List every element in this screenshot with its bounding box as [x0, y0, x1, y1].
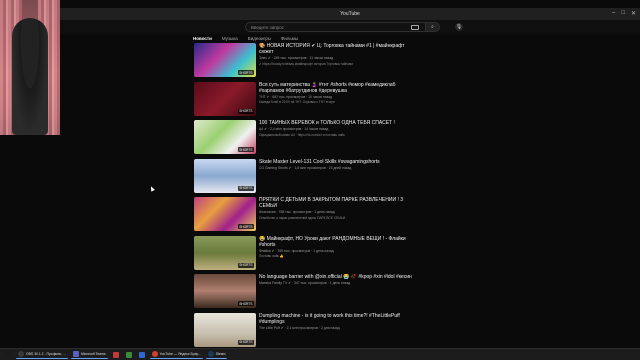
minimize-icon[interactable]: –: [612, 10, 615, 17]
app-icon: [138, 351, 145, 358]
video-description: Семейство и парки развлечений здесь ПАРК…: [259, 215, 346, 220]
search-input[interactable]: Введите запрос ⌕: [245, 22, 440, 32]
maximize-icon[interactable]: □: [621, 10, 625, 17]
video-channel-stats: ТНТ ✔ · 662 тыс. просмотров · 10 часов н…: [259, 94, 333, 99]
video-channel-stats: CG Gaming Shorts ✔ · 1,8 млн просмотров …: [259, 165, 352, 170]
tab-games[interactable]: Видеоигры: [248, 36, 271, 41]
video-channel-stats: Флайки ✔ · 769 тыс. просмотров · 1 день …: [259, 248, 334, 253]
video-title[interactable]: Вся суть материнства 🤰 #тнт #shorts #юмо…: [259, 82, 414, 94]
webcam-overlay: [0, 0, 60, 135]
video-channel-stats: The Little Puff ✔ · 2,1 млн просмотров ·…: [259, 325, 340, 330]
yandex-browser-icon: [151, 351, 158, 357]
taskbar-app-steam[interactable]: Steam: [205, 350, 228, 359]
video-row[interactable]: SHORTS 100 ТАЙНЫХ ВЕРЕВОК и ТОЛЬКО ОДНА …: [194, 119, 414, 158]
video-thumbnail[interactable]: SHORTS: [194, 158, 256, 193]
webcam-person: [12, 18, 48, 135]
taskbar-app[interactable]: [111, 350, 121, 359]
video-title[interactable]: 🎨 НОВАЯ ИСТОРИЯ ✔ Ц: Торговка тайнами #1…: [259, 43, 414, 55]
voice-search-button[interactable]: 🎙: [455, 23, 463, 31]
window-controls: – □ ✕: [612, 10, 636, 17]
video-channel-stats: Mansha Family TV ✔ · 347 тыс. просмотров…: [259, 281, 351, 285]
tab-music[interactable]: Музыка: [222, 36, 238, 41]
video-thumbnail[interactable]: SHORTS: [194, 43, 256, 77]
search-placeholder: Введите запрос: [251, 24, 284, 30]
shorts-badge: SHORTS: [237, 108, 254, 114]
shorts-badge: SHORTS: [237, 262, 254, 268]
start-button[interactable]: [3, 350, 13, 359]
app-icon: [125, 351, 132, 358]
video-thumbnail[interactable]: SHORTS: [194, 81, 256, 116]
video-title[interactable]: 😂 Майнкрафт, НО Уроки дают РАНДОМНЫЕ ВЕЩ…: [259, 236, 414, 248]
windows-start-icon: [5, 351, 11, 358]
search-button[interactable]: ⌕: [425, 23, 439, 31]
video-title[interactable]: 100 ТАЙНЫХ ВЕРЕВОК и ТОЛЬКО ОДНА ТЕБЯ СП…: [259, 120, 414, 126]
video-description: Официальный канал А4 · https://vk.com/a4…: [259, 132, 345, 137]
category-tabs: Новости Музыка Видеоигры Фильмы: [193, 36, 298, 41]
window-title: YouTube: [340, 11, 360, 17]
taskbar-app[interactable]: [137, 350, 147, 359]
shorts-badge: SHORTS: [237, 224, 254, 229]
video-description: ✔ https://boosty.to/elisas #майнкрафт ис…: [259, 61, 353, 66]
taskbar-label: OBS 30.1.2 - Профиль: ...: [26, 352, 66, 356]
window-titlebar: YouTube – □ ✕: [60, 8, 640, 20]
search-icon: ⌕: [431, 24, 434, 30]
app-icon: [112, 351, 119, 358]
video-channel-stats: Элис ✔ · 245 тыс. просмотров · 11 часов …: [259, 56, 334, 60]
video-thumbnail[interactable]: SHORTS: [194, 274, 256, 308]
youtube-header: Введите запрос ⌕ 🎙: [60, 20, 640, 34]
taskbar: OBS 30.1.2 - Профиль: ... Microsoft Team…: [0, 348, 640, 360]
video-list: SHORTS 🎨 НОВАЯ ИСТОРИЯ ✔ Ц: Торговка тай…: [194, 42, 414, 350]
video-title[interactable]: No language barrier with @xin.official 😭…: [259, 274, 414, 280]
video-row[interactable]: SHORTS 😂 Майнкрафт, НО Уроки дают РАНДОМ…: [194, 235, 414, 274]
video-row[interactable]: SHORTS Dumpling machine - is it going to…: [194, 312, 414, 351]
tab-news[interactable]: Новости: [193, 36, 212, 41]
taskbar-label: Steam: [215, 352, 226, 356]
tab-movies[interactable]: Фильмы: [281, 36, 298, 41]
teams-icon: [72, 351, 79, 357]
video-title[interactable]: ПРЯТКИ С ДЕТЬМИ В ЗАКРЫТОМ ПАРКЕ РАЗВЛЕЧ…: [259, 197, 414, 209]
taskbar-label: Microsoft Teams: [80, 352, 106, 356]
video-row[interactable]: SHORTS Вся суть материнства 🤰 #тнт #shor…: [194, 81, 414, 120]
mouse-cursor-icon: [149, 185, 155, 192]
video-thumbnail[interactable]: SHORTS: [194, 120, 256, 154]
video-description: Камеди Клаб в 22:00 на ТНТ. Отрывок с ТН…: [259, 100, 336, 104]
taskbar-app-teams[interactable]: Microsoft Teams: [70, 350, 108, 359]
shorts-badge: SHORTS: [237, 70, 254, 75]
video-channel-stats: Анастасия · 788 тыс. просмотров · 1 день…: [259, 210, 335, 214]
taskbar-app[interactable]: [124, 350, 134, 359]
video-thumbnail[interactable]: SHORTS: [194, 235, 256, 270]
close-icon[interactable]: ✕: [631, 10, 636, 17]
video-title[interactable]: Skate Master Level-131 Cool Skills #swag…: [259, 159, 414, 165]
shorts-badge: SHORTS: [237, 147, 254, 152]
desktop-screen: YouTube – □ ✕ Введите запрос ⌕ 🎙 Новости…: [0, 0, 640, 360]
video-row[interactable]: SHORTS 🎨 НОВАЯ ИСТОРИЯ ✔ Ц: Торговка тай…: [194, 42, 414, 81]
mic-icon: 🎙: [455, 24, 463, 30]
video-row[interactable]: SHORTS ПРЯТКИ С ДЕТЬМИ В ЗАКРЫТОМ ПАРКЕ …: [194, 196, 414, 235]
video-channel-stats: А4 ✔ · 2,4 млн просмотров · 14 часов наз…: [259, 127, 329, 131]
taskbar-app-obs[interactable]: OBS 30.1.2 - Профиль: ...: [16, 350, 68, 359]
shorts-badge: SHORTS: [237, 185, 254, 191]
taskbar-app-yandex-browser[interactable]: YouTube — Яндекс Брау...: [149, 350, 203, 359]
video-description: Поставь лайк 👍: [259, 254, 284, 258]
steam-icon: [207, 351, 214, 357]
video-row[interactable]: SHORTS Skate Master Level-131 Cool Skill…: [194, 158, 414, 197]
video-thumbnail[interactable]: SHORTS: [194, 312, 256, 347]
video-thumbnail[interactable]: SHORTS: [194, 197, 256, 231]
shorts-badge: SHORTS: [237, 301, 254, 306]
obs-icon: [18, 351, 24, 357]
keyboard-icon[interactable]: [411, 25, 419, 30]
video-title[interactable]: Dumpling machine - is it going to work t…: [259, 313, 414, 325]
video-row[interactable]: SHORTS No language barrier with @xin.off…: [194, 273, 414, 312]
taskbar-label: YouTube — Яндекс Брау...: [159, 352, 201, 356]
shorts-badge: SHORTS: [237, 339, 254, 345]
